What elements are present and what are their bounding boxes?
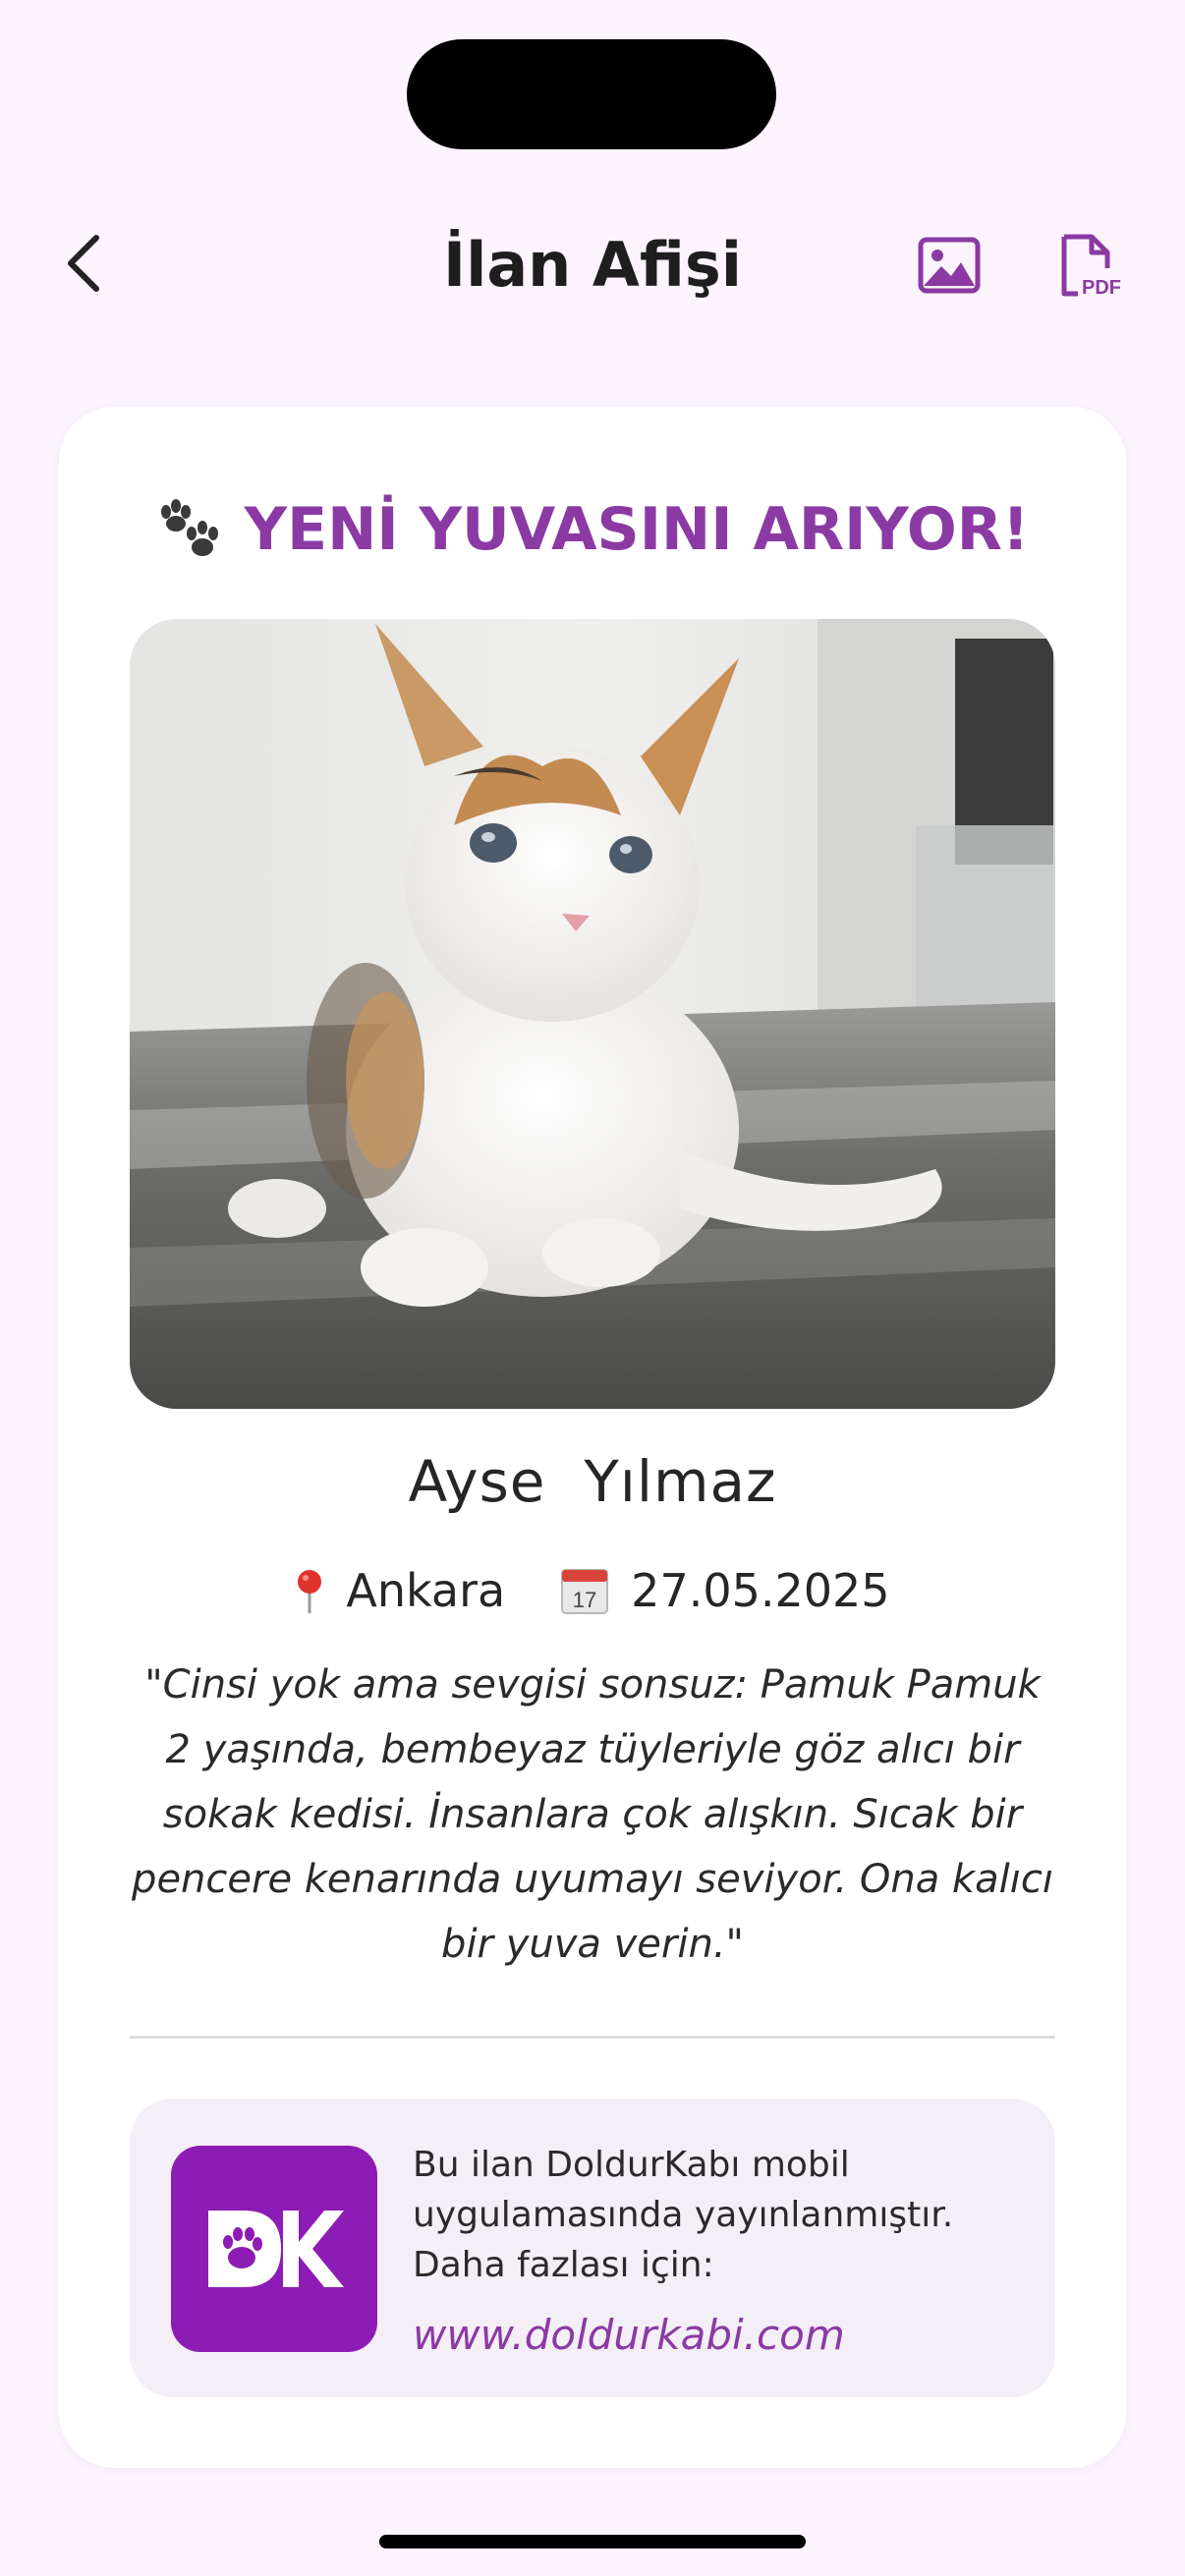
chevron-left-icon bbox=[68, 235, 99, 292]
location-item: Ankara bbox=[295, 1564, 505, 1617]
pet-owner-name: Ayse Yılmaz bbox=[408, 1448, 777, 1515]
camera-notch bbox=[407, 39, 776, 149]
image-icon bbox=[918, 237, 981, 294]
paw-prints-icon bbox=[160, 499, 218, 556]
svg-text:17: 17 bbox=[573, 1588, 596, 1612]
poster-heading: YENİ YUVASINI ARIYOR! bbox=[59, 485, 1126, 574]
pet-description: "Cinsi yok ama sevgisi sonsuz: Pamuk Pam… bbox=[132, 1662, 1053, 1967]
home-indicator[interactable] bbox=[379, 2535, 806, 2548]
calendar-icon: 17 bbox=[561, 1569, 609, 1614]
save-pdf-button[interactable]: PDF bbox=[1049, 226, 1128, 305]
date-item: 17 27.05.2025 bbox=[560, 1564, 890, 1617]
pet-photo bbox=[130, 619, 1055, 1409]
kitten-photo-illustration bbox=[130, 619, 1055, 1409]
pdf-icon-label: PDF bbox=[1082, 277, 1121, 298]
poster-screen: İlan Afişi PDF YENİ YUVASINI ARIYOR! Ays… bbox=[0, 0, 1185, 2576]
back-button[interactable] bbox=[49, 224, 120, 303]
meta-row: Ankara 17 27.05.2025 bbox=[59, 1556, 1126, 1625]
app-promo-box: Bu ilan DoldurKabı mobil uygulamasında y… bbox=[130, 2099, 1055, 2397]
app-promo-text: Bu ilan DoldurKabı mobil uygulamasında y… bbox=[413, 2145, 954, 2285]
save-image-button[interactable] bbox=[910, 226, 988, 305]
doldurkabi-logo-icon bbox=[208, 2211, 344, 2287]
poster-card: YENİ YUVASINI ARIYOR! Ayse Yılmaz Ankara… bbox=[59, 407, 1126, 2468]
website-link[interactable]: www.doldurkabi.com bbox=[413, 2311, 845, 2359]
page-title: İlan Afişi bbox=[443, 229, 742, 301]
location-text: Ankara bbox=[346, 1564, 506, 1617]
divider bbox=[130, 2036, 1055, 2039]
pdf-file-icon: PDF bbox=[1061, 234, 1121, 298]
poster-heading-text: YENİ YUVASINI ARIYOR! bbox=[244, 495, 1030, 564]
app-logo bbox=[171, 2146, 377, 2352]
date-text: 27.05.2025 bbox=[631, 1564, 890, 1617]
pin-icon bbox=[298, 1570, 322, 1613]
